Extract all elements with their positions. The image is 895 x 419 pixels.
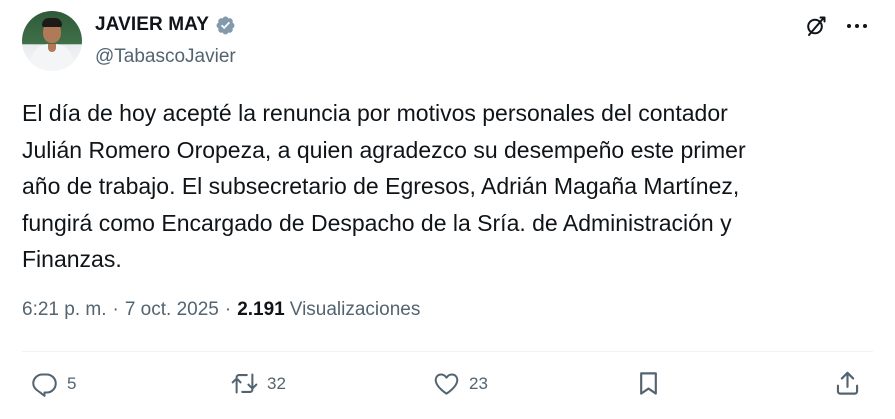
- bookmark-button[interactable]: [635, 370, 662, 397]
- avatar[interactable]: [22, 11, 82, 71]
- views-label[interactable]: Visualizaciones: [290, 299, 421, 321]
- reply-count: 5: [67, 373, 77, 393]
- author-handle[interactable]: @TabascoJavier: [95, 46, 236, 68]
- like-button[interactable]: 23: [433, 370, 488, 397]
- tweet-metadata: 6:21 p. m. · 7 oct. 2025 · 2.191 Visuali…: [22, 299, 420, 321]
- retweet-count: 32: [267, 373, 286, 393]
- like-count: 23: [469, 373, 488, 393]
- divider: [22, 351, 873, 352]
- reply-button[interactable]: 5: [31, 370, 76, 397]
- share-icon: [836, 371, 859, 395]
- more-icon[interactable]: [844, 14, 870, 38]
- tweet-date[interactable]: 7 oct. 2025: [125, 299, 219, 321]
- verified-badge-icon[interactable]: [215, 15, 236, 36]
- bookmark-icon: [640, 372, 657, 395]
- share-button[interactable]: [834, 370, 861, 397]
- meta-separator: ·: [112, 299, 119, 320]
- like-icon: [434, 373, 459, 395]
- tweet-text: El día de hoy acepté la renuncia por mot…: [22, 100, 746, 272]
- meta-separator: ·: [224, 299, 232, 320]
- tweet-card: JAVIER MAY @TabascoJavier El día de hoy …: [0, 0, 895, 419]
- grok-icon[interactable]: [804, 14, 828, 38]
- retweet-icon: [231, 373, 258, 394]
- reply-icon: [32, 373, 57, 397]
- author-name-row: JAVIER MAY: [95, 14, 236, 36]
- tweet-time[interactable]: 6:21 p. m.: [22, 299, 107, 321]
- author-display-name[interactable]: JAVIER MAY: [95, 14, 209, 36]
- views-count[interactable]: 2.191: [237, 299, 285, 321]
- retweet-button[interactable]: 32: [231, 370, 286, 397]
